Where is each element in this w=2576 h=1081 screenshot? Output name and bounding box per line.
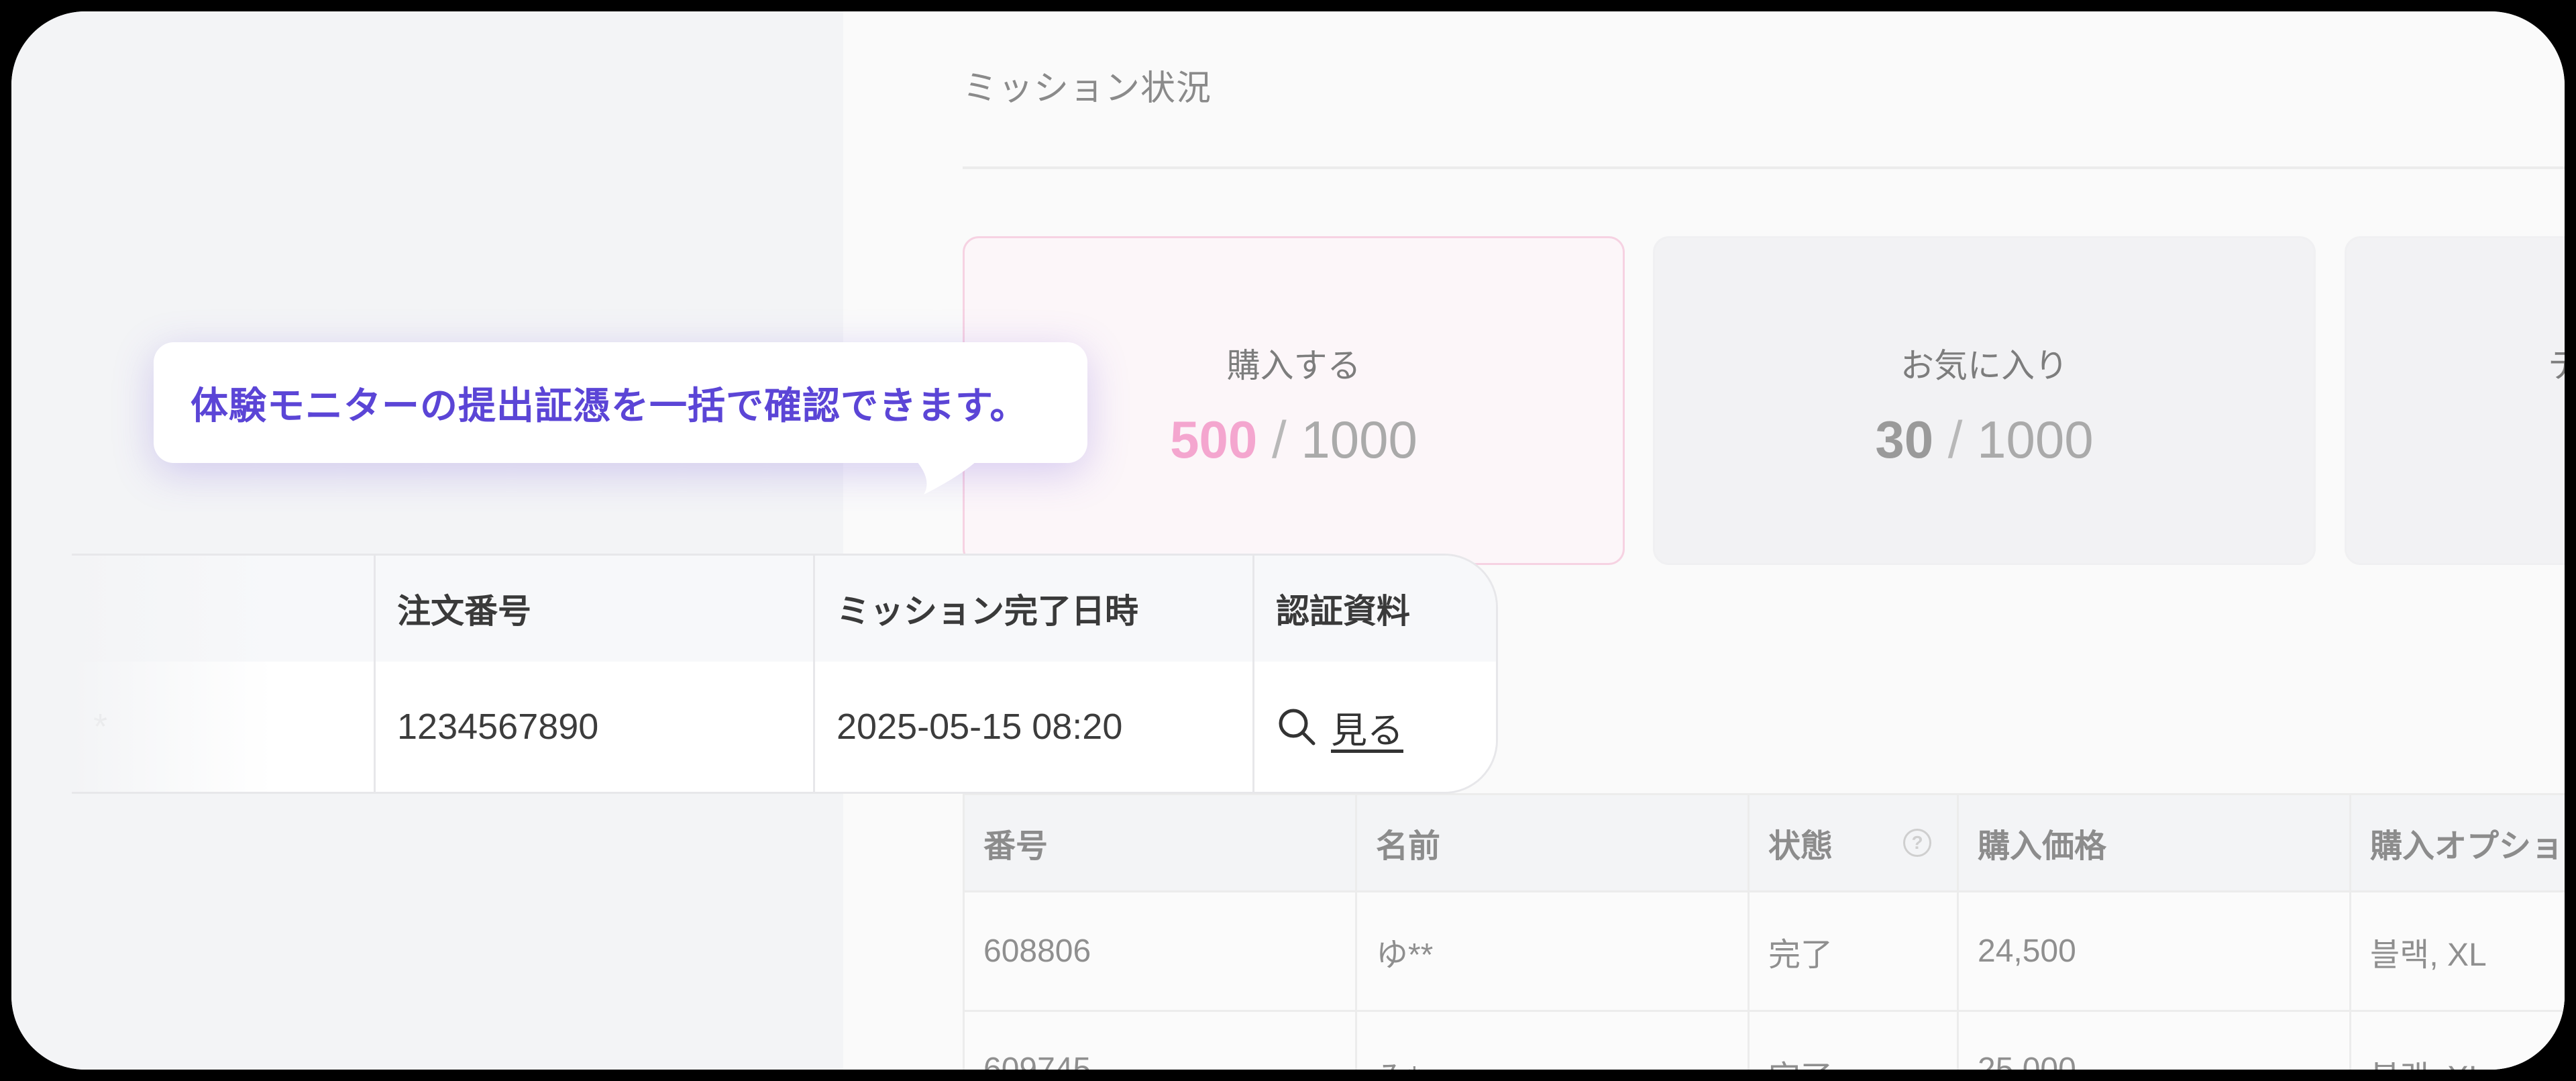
cell-price: 25,000 (1957, 1012, 2349, 1070)
left-pane (11, 11, 843, 1070)
view-link-label: 見る (1331, 710, 1403, 751)
cell-status: 完了 (1748, 1012, 1957, 1070)
mission-card-label: お気に入り (1900, 346, 2068, 385)
cell-order-number: 1234567890 (374, 662, 813, 792)
app-window: ミッション状況 購入する 500 / 1000 お気に入り 30 / 1000 … (11, 11, 2565, 1070)
table-header-row: 番号 名前 状態 ? 購入価格 購入オプション (963, 793, 2565, 892)
cell-option: 블랙, XL (2349, 1012, 2565, 1070)
col-header-name: 名前 (1355, 795, 1748, 890)
col-header-status: 状態 ? (1748, 795, 1957, 890)
mission-card-total: 1000 (1977, 410, 2094, 469)
mission-card-total: 1000 (1301, 410, 1417, 469)
col-header-completed-at: ミッション完了日時 (813, 556, 1252, 662)
proof-panel: 注文番号 ミッション完了日時 認証資料 * 1234567890 2025-05… (72, 554, 1498, 794)
mission-card-progress: 30 / 1000 (1875, 410, 2094, 469)
view-proof-link[interactable]: 見る (1276, 701, 1403, 754)
table-row[interactable]: 608806 ゆ** 完了 24,500 블랙, XL (963, 892, 2565, 1012)
cell-proof: 見る (1252, 662, 1496, 792)
mission-card-current: 500 (1170, 410, 1258, 469)
title-divider (963, 166, 2565, 169)
table-row[interactable]: 609745 み* 完了 25,000 블랙, XL (963, 1012, 2565, 1070)
col-header-status-label: 状態 (1768, 829, 1833, 864)
mission-card-favorite[interactable]: お気に入り 30 / 1000 (1653, 236, 2316, 565)
table-row[interactable]: * 1234567890 2025-05-15 08:20 見る (72, 662, 1496, 792)
cell-completed-at: 2025-05-15 08:20 (813, 662, 1252, 792)
help-icon[interactable]: ? (1903, 829, 1931, 857)
feature-tooltip: 体験モニターの提出証憑を一括で確認できます。 (154, 342, 1087, 463)
cell-number: 608806 (963, 892, 1355, 1010)
cell-price: 24,500 (1957, 892, 2349, 1010)
cell-name: ゆ** (1355, 892, 1748, 1010)
search-icon (1279, 709, 1316, 745)
tooltip-text: 体験モニターの提出証憑を一括で確認できます。 (191, 384, 1028, 428)
page-title: ミッション状況 (963, 68, 1212, 109)
cell-name: み* (1355, 1012, 1748, 1070)
mission-card-current: 30 (1875, 410, 1934, 469)
mission-card-label: テ (2347, 339, 2565, 387)
col-header-proof: 認証資料 (1252, 556, 1496, 662)
participant-table: 番号 名前 状態 ? 購入価格 購入オプション 608806 ゆ** 完了 24… (963, 793, 2565, 1070)
mission-card-third[interactable]: テ (2345, 236, 2565, 565)
cell-number: 609745 (963, 1012, 1355, 1070)
panel-fade (72, 556, 273, 792)
cell-option: 블랙, XL (2349, 892, 2565, 1010)
panel-header-row: 注文番号 ミッション完了日時 認証資料 (72, 556, 1496, 664)
col-header-price: 購入価格 (1957, 795, 2349, 890)
col-header-option: 購入オプション (2349, 795, 2565, 890)
col-header-number: 番号 (963, 795, 1355, 890)
cell-status: 完了 (1748, 892, 1957, 1010)
col-header-order: 注文番号 (374, 556, 813, 662)
tooltip-tail (910, 454, 984, 495)
